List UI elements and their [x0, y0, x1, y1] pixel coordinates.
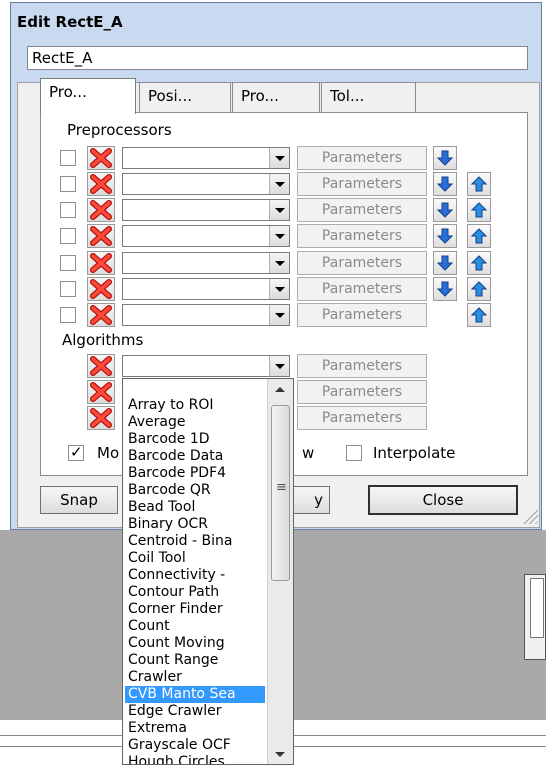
interpolate-checkbox[interactable] — [346, 445, 362, 461]
preprocessor-select[interactable] — [122, 199, 290, 221]
preprocessor-parameters-button[interactable]: Parameters — [297, 303, 427, 327]
algorithm-dropdown-list[interactable]: Array to ROI Average Barcode 1D Barcode Dat… — [122, 378, 294, 765]
dropdown-option[interactable]: Barcode PDF4 — [125, 465, 265, 482]
tab-properties[interactable]: Pro... — [232, 82, 320, 112]
remove-preprocessor-icon[interactable] — [87, 303, 115, 327]
preprocessor-parameters-button[interactable]: Parameters — [297, 198, 427, 222]
dropdown-option[interactable]: Edge Crawler — [125, 703, 265, 720]
move-up-icon[interactable] — [467, 303, 491, 327]
preprocessor-select[interactable] — [122, 225, 290, 247]
preprocessor-enable-checkbox[interactable] — [60, 176, 76, 192]
algorithms-label: Algorithms — [62, 331, 144, 349]
chevron-down-icon[interactable] — [269, 174, 289, 194]
dropdown-option[interactable]: Bead Tool — [125, 499, 265, 516]
algorithm-parameters-button[interactable]: Parameters — [297, 406, 427, 430]
dropdown-option[interactable]: Crawler — [125, 669, 265, 686]
move-down-icon[interactable] — [433, 251, 457, 275]
scroll-down-icon[interactable] — [270, 746, 290, 764]
snap-button[interactable]: Snap — [40, 486, 118, 514]
chevron-down-icon[interactable] — [269, 305, 289, 325]
dropdown-option[interactable]: Connectivity - — [125, 567, 265, 584]
dropdown-option[interactable]: Corner Finder — [125, 601, 265, 618]
remove-preprocessor-icon[interactable] — [87, 172, 115, 196]
remove-preprocessor-icon[interactable] — [87, 277, 115, 301]
tab-position[interactable]: Posi... — [139, 82, 231, 112]
algorithm-parameters-button[interactable]: Parameters — [297, 380, 427, 404]
chevron-down-icon[interactable] — [269, 279, 289, 299]
remove-preprocessor-icon[interactable] — [87, 224, 115, 248]
preprocessor-enable-checkbox[interactable] — [60, 228, 76, 244]
partial-checkbox-label: w — [302, 444, 315, 462]
dropdown-option[interactable]: Coil Tool — [125, 550, 265, 567]
preprocessor-select[interactable] — [122, 147, 290, 169]
move-down-icon[interactable] — [433, 172, 457, 196]
dropdown-option[interactable]: Average — [125, 414, 265, 431]
remove-algorithm-icon[interactable] — [87, 380, 115, 404]
dropdown-option[interactable]: CVB Manto Sea — [125, 686, 265, 703]
move-up-icon[interactable] — [467, 172, 491, 196]
preprocessor-enable-checkbox[interactable] — [60, 281, 76, 297]
preprocessor-enable-checkbox[interactable] — [60, 307, 76, 323]
remove-algorithm-icon[interactable] — [87, 406, 115, 430]
dropdown-option[interactable]: Count Range — [125, 652, 265, 669]
chevron-down-icon[interactable] — [269, 356, 289, 376]
preprocessor-enable-checkbox[interactable] — [60, 150, 76, 166]
interpolate-label: Interpolate — [373, 444, 456, 462]
dropdown-option[interactable]: Binary OCR — [125, 516, 265, 533]
algorithm-parameters-button[interactable]: Parameters — [297, 354, 427, 378]
dropdown-option[interactable]: Barcode Data — [125, 448, 265, 465]
move-down-icon[interactable] — [433, 146, 457, 170]
remove-preprocessor-icon[interactable] — [87, 198, 115, 222]
move-down-icon[interactable] — [433, 277, 457, 301]
dropdown-option[interactable]: Array to ROI — [125, 397, 265, 414]
dropdown-items: Array to ROI Average Barcode 1D Barcode Dat… — [125, 397, 265, 764]
scroll-thumb[interactable] — [271, 405, 290, 581]
preprocessor-parameters-button[interactable]: Parameters — [297, 146, 427, 170]
dropdown-option[interactable]: Hough Circles — [125, 754, 265, 764]
chevron-down-icon[interactable] — [269, 148, 289, 168]
preprocessor-select[interactable] — [122, 173, 290, 195]
move-up-icon[interactable] — [467, 224, 491, 248]
preprocessor-enable-checkbox[interactable] — [60, 202, 76, 218]
move-down-icon[interactable] — [433, 198, 457, 222]
dropdown-option[interactable]: Contour Path — [125, 584, 265, 601]
preprocessor-select[interactable] — [122, 278, 290, 300]
move-down-icon[interactable] — [433, 224, 457, 248]
preprocessor-enable-checkbox[interactable] — [60, 255, 76, 271]
chevron-down-icon[interactable] — [269, 253, 289, 273]
scroll-up-icon[interactable] — [270, 381, 290, 399]
dropdown-option[interactable]: Barcode QR — [125, 482, 265, 499]
preprocessor-parameters-button[interactable]: Parameters — [297, 172, 427, 196]
preprocessor-select[interactable] — [122, 304, 290, 326]
preprocessor-parameters-button[interactable]: Parameters — [297, 224, 427, 248]
close-button[interactable]: Close — [368, 485, 518, 515]
dropdown-option[interactable]: Count — [125, 618, 265, 635]
dropdown-option[interactable]: Barcode 1D — [125, 431, 265, 448]
model-checkbox[interactable] — [68, 443, 84, 461]
dropdown-option[interactable]: Grayscale OCF — [125, 737, 265, 754]
chevron-down-icon[interactable] — [269, 200, 289, 220]
preprocessor-parameters-button[interactable]: Parameters — [297, 251, 427, 275]
dropdown-option[interactable]: Extrema — [125, 720, 265, 737]
dropdown-scrollbar[interactable] — [267, 379, 293, 764]
tab-tolerance[interactable]: Tol... — [321, 82, 416, 112]
dropdown-option[interactable]: Count Moving — [125, 635, 265, 652]
preprocessor-parameters-button[interactable]: Parameters — [297, 277, 427, 301]
preprocessors-label: Preprocessors — [67, 121, 172, 139]
background-panel-inner — [530, 578, 544, 638]
name-input[interactable]: RectE_A — [27, 46, 528, 70]
remove-preprocessor-icon[interactable] — [87, 146, 115, 170]
model-checkbox-label: Mo — [97, 444, 120, 462]
algorithm-select[interactable] — [122, 355, 290, 377]
move-up-icon[interactable] — [467, 251, 491, 275]
remove-algorithm-icon[interactable] — [87, 354, 115, 378]
tab-processing[interactable]: Pro... — [40, 78, 136, 114]
dialog-title: Edit RectE_A — [17, 13, 123, 31]
preprocessor-select[interactable] — [122, 252, 290, 274]
remove-preprocessor-icon[interactable] — [87, 251, 115, 275]
dropdown-option[interactable]: Centroid - Bina — [125, 533, 265, 550]
chevron-down-icon[interactable] — [269, 226, 289, 246]
move-up-icon[interactable] — [467, 277, 491, 301]
move-up-icon[interactable] — [467, 198, 491, 222]
